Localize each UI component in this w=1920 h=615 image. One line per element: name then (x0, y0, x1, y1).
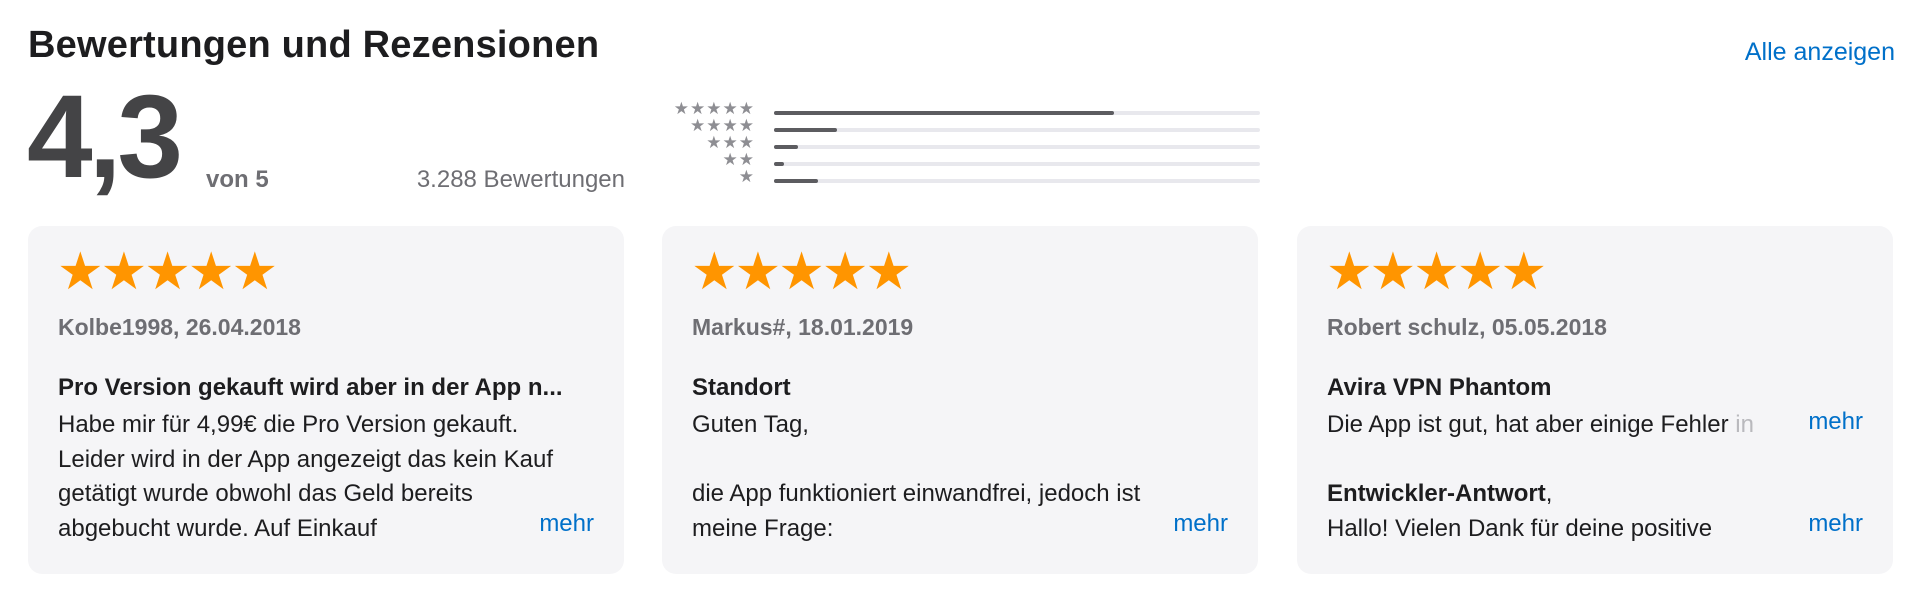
developer-response-more-link[interactable]: mehr (1808, 510, 1863, 538)
review-author-date: Markus#, 18.01.2019 (692, 314, 914, 340)
review-text-line: Habe mir für 4,99€ die Pro Version gekau… (58, 411, 519, 438)
review-title: Pro Version gekauft wird aber in der App… (58, 374, 563, 401)
review-text-line (692, 443, 1228, 478)
star-rating-icons: ★★★★★ (57, 243, 278, 301)
review-card[interactable]: ★★★★★ Kolbe1998, 26.04.2018 Pro Version … (28, 226, 624, 574)
review-title: Avira VPN Phantom (1327, 374, 1552, 401)
review-title: Standort (692, 374, 791, 401)
histogram-track (774, 128, 1260, 132)
review-text-line: Die App ist gut, hat aber einige Fehler … (1327, 408, 1777, 443)
review-text-line: die App funktioniert einwandfrei, jedoch… (692, 480, 1141, 507)
review-text-line: Guten Tag, (692, 411, 809, 438)
review-text-line: meine Frage: (692, 514, 834, 542)
review-body: Guten Tag, die App funktioniert einwandf… (692, 408, 1228, 546)
section-title: Bewertungen und Rezensionen (28, 24, 600, 66)
star-icons: ★★ (722, 150, 755, 169)
review-card[interactable]: ★★★★★ Robert schulz, 05.05.2018 Avira VP… (1297, 226, 1893, 574)
more-link[interactable]: mehr (1808, 408, 1863, 436)
star-icon: ★ (738, 167, 755, 186)
histogram-bar (774, 145, 799, 149)
rating-histogram: ★★★★★ ★★★★ ★★★ ★★ ★ (660, 99, 1260, 188)
histogram-bar (774, 179, 818, 183)
review-text-line: Leider wird in der App angezeigt das kei… (58, 445, 553, 473)
histogram-bar (774, 128, 838, 132)
rating-count: 3.288 Bewertungen (416, 166, 625, 193)
review-author-date: Robert schulz, 05.05.2018 (1327, 314, 1607, 340)
review-body: Habe mir für 4,99€ die Pro Version gekau… (58, 408, 594, 546)
histogram-track (774, 145, 1260, 149)
rating-scale-label: von 5 (206, 166, 269, 193)
more-link[interactable]: mehr (539, 510, 594, 538)
average-rating: 4,3 (27, 71, 183, 203)
histogram-row-1-star: ★ (660, 167, 1260, 188)
star-icons: ★★★★★ (673, 99, 755, 118)
review-text-line: abgebucht wurde. Auf Einkauf (58, 514, 377, 542)
more-link[interactable]: mehr (1173, 510, 1228, 538)
histogram-track (774, 111, 1260, 115)
developer-response-label: Entwickler-Antwort (1327, 480, 1546, 507)
histogram-bar (774, 162, 784, 166)
star-icons: ★★★★ (690, 116, 755, 135)
histogram-bar (774, 111, 1115, 115)
histogram-track (774, 179, 1260, 183)
developer-response-comma: , (1545, 480, 1553, 507)
review-text: Die App ist gut, hat aber einige Fehler (1327, 411, 1729, 438)
review-text-line (1327, 443, 1863, 478)
developer-response-text: Hallo! Vielen Dank für deine positive (1327, 514, 1713, 542)
review-card[interactable]: ★★★★★ Markus#, 18.01.2019 Standort Guten… (662, 226, 1258, 574)
review-text-line: getätigt wurde obwohl das Geld bereits (58, 480, 473, 507)
see-all-link[interactable]: Alle anzeigen (1745, 38, 1895, 67)
histogram-track (774, 162, 1260, 166)
developer-response-heading: Entwickler-Antwort, (1327, 477, 1863, 512)
star-rating-icons: ★★★★★ (691, 243, 912, 301)
review-text-fade: in (1728, 411, 1754, 438)
review-author-date: Kolbe1998, 26.04.2018 (58, 314, 301, 340)
star-rating-icons: ★★★★★ (1326, 243, 1547, 301)
star-icons: ★★★ (706, 133, 755, 152)
review-body: Die App ist gut, hat aber einige Fehler … (1327, 408, 1863, 546)
